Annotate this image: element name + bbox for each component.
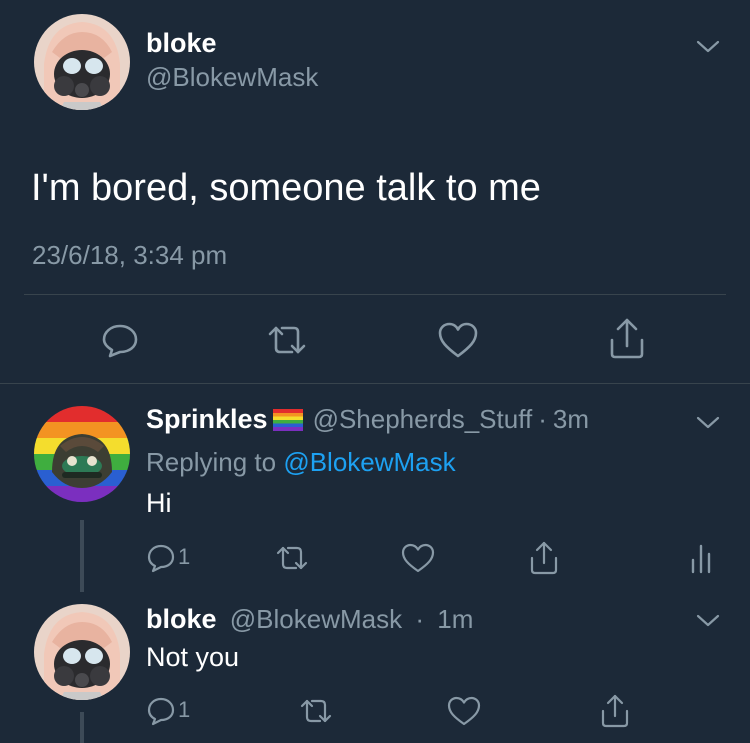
reply2-header: bloke @BlokewMask · 1m	[146, 604, 473, 635]
heart-icon	[401, 543, 435, 573]
main-display-name[interactable]: bloke	[146, 28, 217, 59]
avatar-sprinkles[interactable]	[34, 406, 130, 502]
chevron-down-icon[interactable]	[694, 610, 722, 630]
reply2-time[interactable]: 1m	[437, 604, 473, 634]
like-button[interactable]	[400, 542, 436, 574]
replying-to-mention[interactable]: @BlokewMask	[283, 447, 455, 477]
retweet-button[interactable]	[272, 542, 312, 574]
main-timestamp[interactable]: 23/6/18, 3:34 pm	[32, 240, 227, 271]
retweet-button[interactable]	[262, 320, 312, 360]
chevron-down-icon[interactable]	[694, 36, 722, 56]
reply2-dot: ·	[415, 604, 424, 634]
replying-to-label: Replying to	[146, 447, 277, 477]
reply2-handle[interactable]: @BlokewMask	[230, 604, 402, 634]
analytics-button[interactable]	[688, 540, 714, 576]
avatar-bloke[interactable]	[34, 14, 130, 110]
reply-button[interactable]	[146, 541, 176, 575]
reply2-display-name[interactable]: bloke	[146, 604, 217, 634]
reply1-replying-line: Replying to @BlokewMask	[146, 447, 456, 478]
speech-bubble-icon	[147, 544, 175, 573]
retweet-arrows-icon	[276, 546, 308, 570]
chevron-down-icon[interactable]	[694, 412, 722, 432]
share-button[interactable]	[598, 692, 632, 730]
share-upload-icon	[530, 541, 558, 575]
reply1-text: Hi	[146, 488, 172, 518]
reply-button[interactable]	[146, 694, 176, 728]
retweet-arrows-icon	[268, 326, 306, 354]
bar-chart-icon	[691, 544, 711, 574]
reply2-text: Not you	[146, 642, 240, 672]
thread-line	[80, 712, 84, 743]
share-upload-icon	[610, 318, 644, 359]
divider	[24, 294, 726, 295]
heart-icon	[438, 322, 478, 358]
reply1-handle[interactable]: @Shepherds_Stuff	[313, 404, 533, 435]
reply1-display-name[interactable]: Sprinkles	[146, 404, 268, 435]
reply1-dot: ·	[538, 404, 547, 434]
heart-icon	[447, 696, 481, 726]
thread-line	[80, 520, 84, 592]
reply-button[interactable]	[100, 320, 140, 360]
reply1-header: Sprinkles @Shepherds_Stuff · 3m	[146, 404, 589, 435]
avatar-bloke[interactable]	[34, 604, 130, 700]
share-button[interactable]	[527, 539, 561, 577]
speech-bubble-icon	[102, 324, 138, 358]
speech-bubble-icon	[147, 697, 175, 726]
share-upload-icon	[601, 694, 629, 728]
reply-count: 1	[178, 544, 191, 569]
like-button[interactable]	[436, 320, 480, 360]
main-tweet-text: I'm bored, someone talk to me	[31, 167, 541, 209]
reply-count: 1	[178, 697, 191, 722]
share-button[interactable]	[606, 316, 648, 362]
rainbow-flag-emoji	[272, 408, 303, 431]
reply1-time[interactable]: 3m	[553, 404, 589, 435]
main-handle[interactable]: @BlokewMask	[146, 62, 318, 93]
retweet-arrows-icon	[300, 699, 332, 723]
retweet-button[interactable]	[296, 695, 336, 727]
divider	[0, 383, 750, 384]
like-button[interactable]	[446, 695, 482, 727]
